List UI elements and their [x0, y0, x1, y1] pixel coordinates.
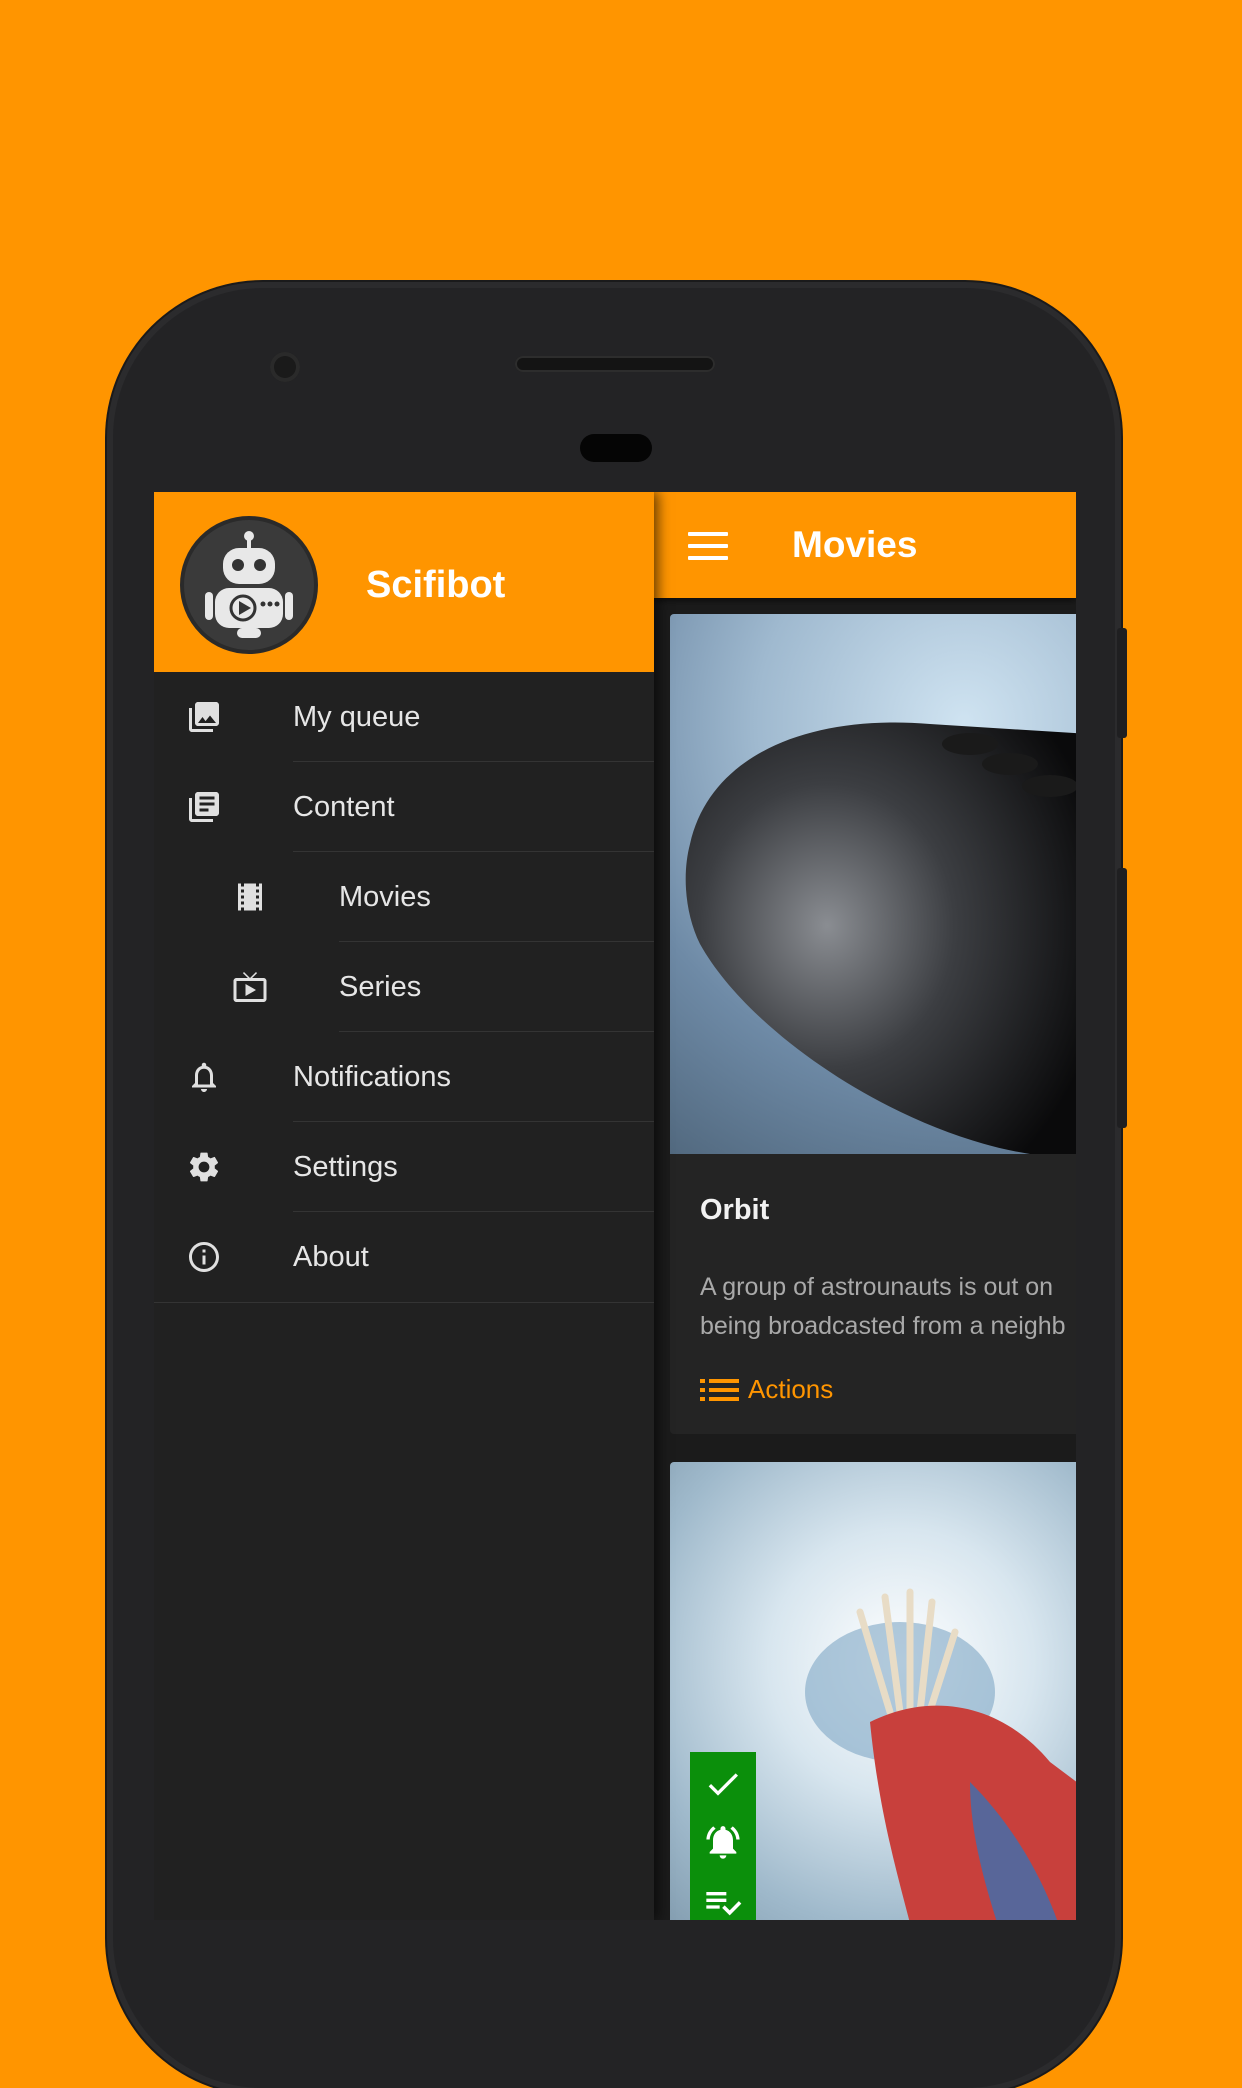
actions-button[interactable]: Actions: [700, 1374, 833, 1405]
drawer-item-my-queue[interactable]: My queue: [154, 672, 654, 762]
front-camera: [270, 352, 300, 382]
drawer-divider: [154, 1302, 654, 1303]
drawer-header: Scifibot: [154, 492, 654, 672]
gear-icon: [184, 1147, 224, 1187]
drawer-menu: My queue Content Movies Series Notificat…: [154, 672, 654, 1302]
app-bar: Movies: [654, 492, 1076, 598]
navigation-drawer: Scifibot My queue Content Movies Series …: [154, 492, 654, 1920]
photo-library-icon: [184, 697, 224, 737]
list-icon: [700, 1377, 740, 1403]
app-screen: Scifibot My queue Content Movies Series …: [154, 492, 1076, 1920]
app-name: Scifibot: [366, 564, 506, 606]
drawer-item-settings[interactable]: Settings: [154, 1122, 654, 1212]
live-tv-icon: [230, 967, 270, 1007]
drawer-item-notifications[interactable]: Notifications: [154, 1032, 654, 1122]
alarm-icon[interactable]: [703, 1822, 743, 1862]
library-books-icon: [184, 787, 224, 827]
hamburger-icon[interactable]: [688, 532, 728, 560]
info-icon: [184, 1237, 224, 1277]
drawer-item-about[interactable]: About: [154, 1212, 654, 1302]
movie-poster-image[interactable]: [670, 614, 1076, 1154]
film-icon: [230, 877, 270, 917]
robot-avatar-icon[interactable]: [180, 516, 318, 654]
drawer-item-movies[interactable]: Movies: [154, 852, 654, 942]
movie-card-2[interactable]: [670, 1462, 1076, 1920]
bell-icon: [184, 1057, 224, 1097]
power-button: [1117, 628, 1127, 738]
playlist-check-icon[interactable]: [703, 1882, 743, 1920]
proximity-sensor: [580, 434, 652, 462]
earpiece-speaker: [515, 356, 715, 372]
movie-description: A group of astrounauts is out on being b…: [700, 1273, 1066, 1340]
check-icon[interactable]: [703, 1764, 743, 1804]
movie-card[interactable]: Orbit A group of astrounauts is out on b…: [670, 614, 1076, 1434]
status-badge: [690, 1752, 756, 1920]
drawer-item-series[interactable]: Series: [154, 942, 654, 1032]
movie-title: Orbit: [700, 1194, 770, 1226]
page-title: Movies: [792, 524, 918, 565]
drawer-item-content[interactable]: Content: [154, 762, 654, 852]
volume-button: [1117, 868, 1127, 1128]
